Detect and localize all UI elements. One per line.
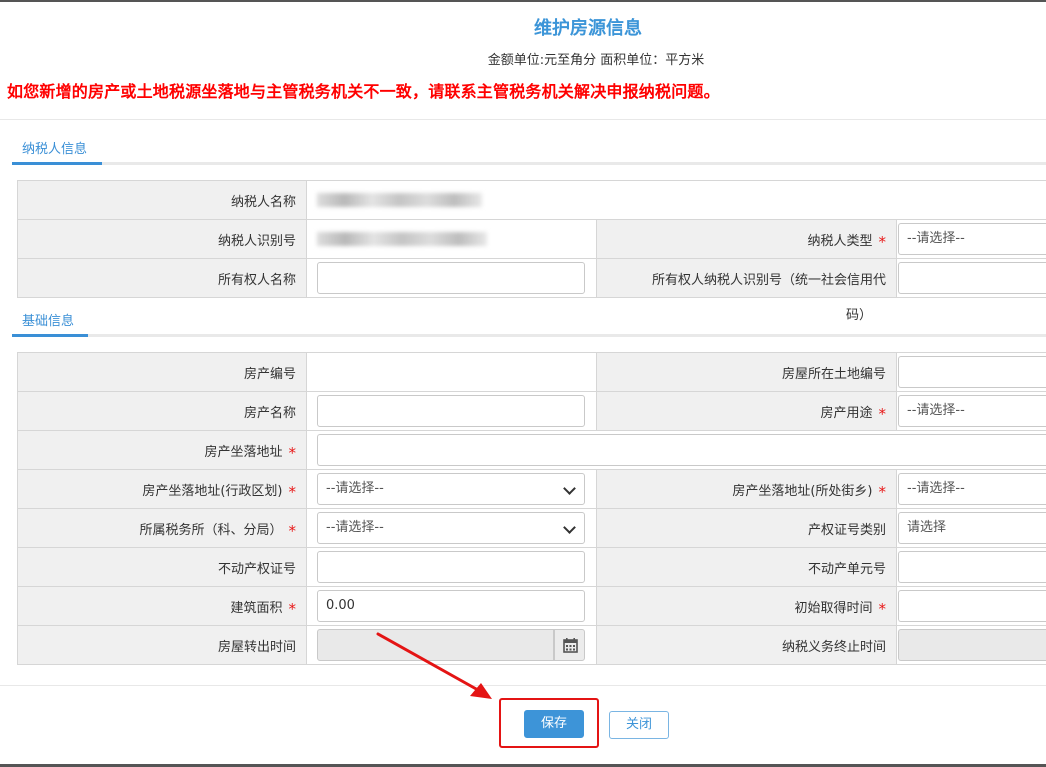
annotation-arrow-icon [376,632,492,699]
close-button[interactable]: 关闭 [609,711,669,739]
annotation-highlight-box [499,698,599,748]
